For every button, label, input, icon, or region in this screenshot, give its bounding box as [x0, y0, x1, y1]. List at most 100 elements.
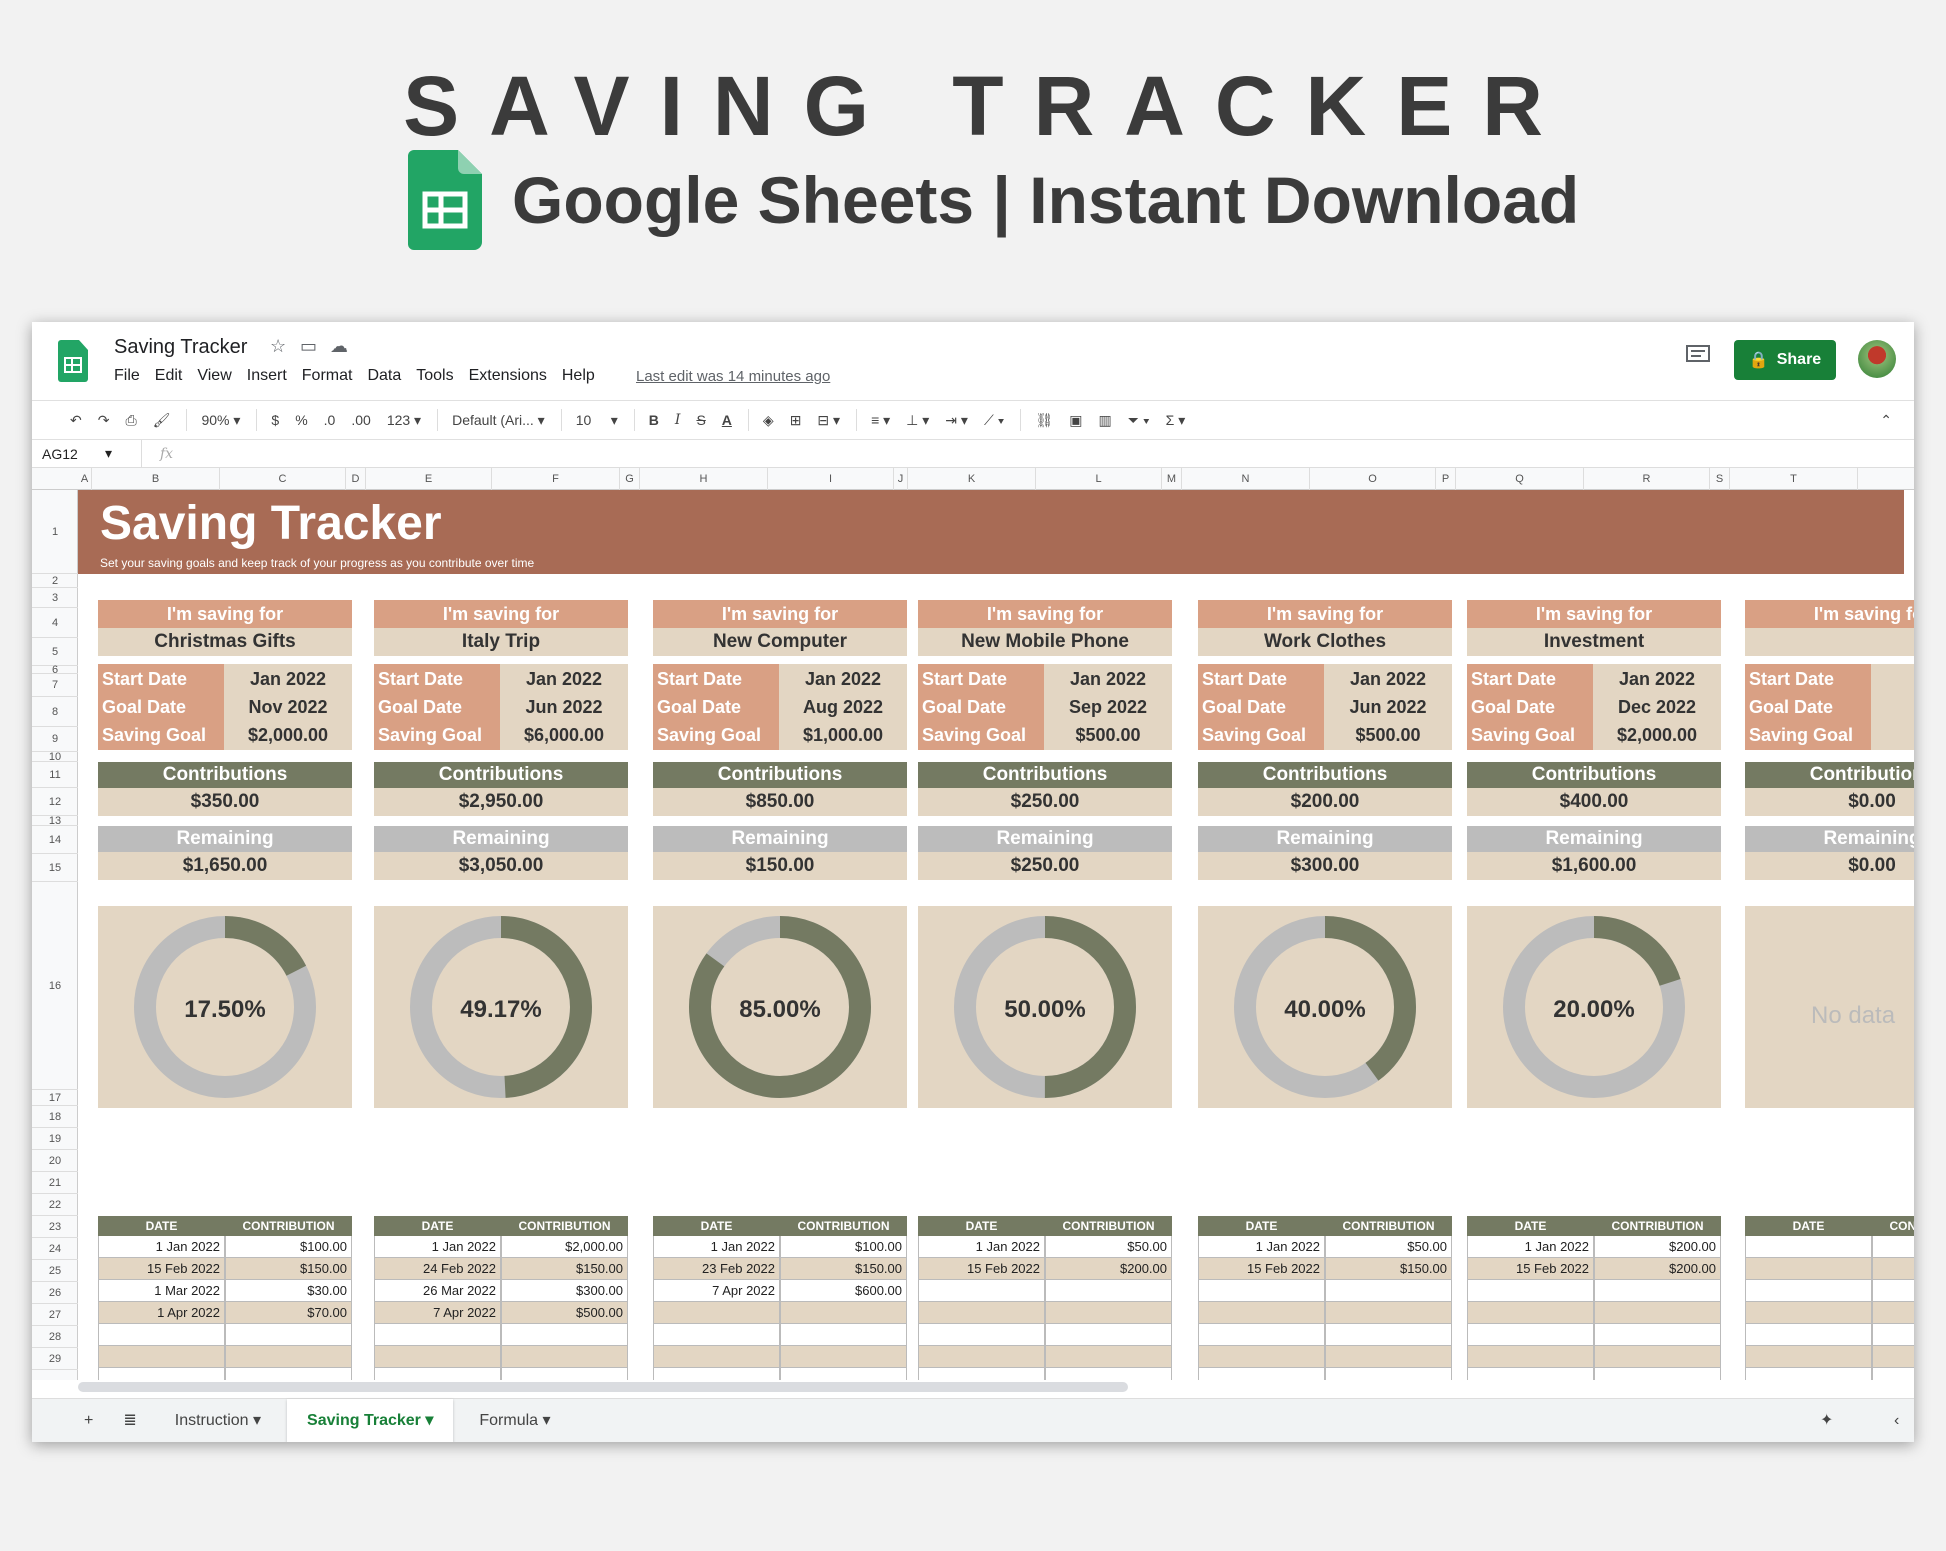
sheet-grid[interactable]: Saving Tracker Set your saving goals and…	[78, 490, 1914, 1380]
row-header-12[interactable]: 12	[32, 788, 78, 816]
start-date-value[interactable]: Jan 2022	[500, 665, 628, 693]
row-header-28[interactable]: 28	[32, 1326, 78, 1348]
date-cell[interactable]: 1 Jan 2022	[653, 1236, 780, 1257]
move-folder-icon[interactable]: ▭	[300, 336, 317, 357]
table-row[interactable]	[653, 1346, 907, 1368]
insert-comment-icon[interactable]: ▣	[1069, 412, 1082, 429]
start-date-value[interactable]: Jan 2022	[779, 665, 907, 693]
row-header-17[interactable]: 17	[32, 1090, 78, 1106]
contribution-cell[interactable]: $150.00	[501, 1258, 628, 1279]
date-cell[interactable]: 15 Feb 2022	[1467, 1258, 1594, 1279]
row-header-20[interactable]: 20	[32, 1150, 78, 1172]
table-row[interactable]	[918, 1280, 1172, 1302]
date-cell[interactable]: 7 Apr 2022	[653, 1280, 780, 1301]
horizontal-align-icon[interactable]: ≡ ▾	[871, 412, 890, 429]
table-row[interactable]: 7 Apr 2022 $500.00	[374, 1302, 628, 1324]
insert-link-icon[interactable]: ⛓	[1035, 412, 1053, 429]
table-row[interactable]	[653, 1324, 907, 1346]
sheet-tab-formula[interactable]: Formula ▾	[459, 1399, 570, 1443]
paint-format-icon[interactable]: 🖌	[153, 412, 171, 429]
contribution-cell[interactable]: $50.00	[1045, 1236, 1172, 1257]
avatar[interactable]	[1858, 340, 1896, 378]
column-header-a[interactable]: A	[78, 468, 92, 490]
contribution-cell[interactable]	[225, 1346, 352, 1367]
date-cell[interactable]	[918, 1368, 1045, 1380]
column-header-q[interactable]: Q	[1456, 468, 1584, 490]
table-row[interactable]	[98, 1368, 352, 1380]
saving-goal-value[interactable]: $500.00	[1044, 721, 1172, 749]
date-cell[interactable]	[653, 1302, 780, 1323]
table-row[interactable]	[1198, 1346, 1452, 1368]
table-row[interactable]: 1 Jan 2022 $100.00	[653, 1236, 907, 1258]
row-header-7[interactable]: 7	[32, 674, 78, 697]
contribution-cell[interactable]	[1872, 1258, 1914, 1279]
goal-date-value[interactable]: Dec 2022	[1593, 693, 1721, 721]
row-header-1[interactable]: 1	[32, 490, 78, 574]
filter-icon[interactable]: ⏷ ▾	[1128, 412, 1150, 429]
cloud-status-icon[interactable]: ☁	[330, 336, 348, 357]
row-header-8[interactable]: 8	[32, 697, 78, 727]
contribution-cell[interactable]	[1594, 1368, 1721, 1380]
contribution-cell[interactable]	[1325, 1280, 1452, 1301]
table-row[interactable]	[918, 1302, 1172, 1324]
table-row[interactable]	[98, 1346, 352, 1368]
contribution-cell[interactable]	[1325, 1346, 1452, 1367]
bold-button[interactable]: B	[649, 412, 659, 428]
date-cell[interactable]	[1745, 1346, 1872, 1367]
row-header-10[interactable]: 10	[32, 752, 78, 763]
table-row[interactable]	[1467, 1302, 1721, 1324]
table-row[interactable]	[1745, 1302, 1914, 1324]
column-header-b[interactable]: B	[92, 468, 220, 490]
functions-button[interactable]: Σ ▾	[1166, 412, 1186, 429]
date-cell[interactable]: 23 Feb 2022	[653, 1258, 780, 1279]
row-header-21[interactable]: 21	[32, 1172, 78, 1194]
contribution-cell[interactable]	[225, 1368, 352, 1380]
row-header-14[interactable]: 14	[32, 826, 78, 854]
table-row[interactable]: 26 Mar 2022 $300.00	[374, 1280, 628, 1302]
contribution-cell[interactable]	[1594, 1302, 1721, 1323]
contribution-cell[interactable]: $600.00	[780, 1280, 907, 1301]
row-header-19[interactable]: 19	[32, 1128, 78, 1150]
increase-decimal-button[interactable]: .00	[351, 412, 370, 428]
table-row[interactable]	[98, 1324, 352, 1346]
date-cell[interactable]	[1745, 1368, 1872, 1380]
start-date-value[interactable]: Jan 2022	[1324, 665, 1452, 693]
date-cell[interactable]	[1198, 1324, 1325, 1345]
contribution-cell[interactable]	[1872, 1324, 1914, 1345]
column-header-h[interactable]: H	[640, 468, 768, 490]
contribution-cell[interactable]: $100.00	[225, 1236, 352, 1257]
date-cell[interactable]	[653, 1346, 780, 1367]
date-cell[interactable]	[1467, 1280, 1594, 1301]
column-header-i[interactable]: I	[768, 468, 894, 490]
goal-name[interactable]	[1745, 628, 1914, 656]
saving-goal-value[interactable]: $2,000.00	[224, 721, 352, 749]
date-cell[interactable]: 1 Jan 2022	[1467, 1236, 1594, 1257]
undo-icon[interactable]: ↶	[70, 412, 82, 429]
contribution-cell[interactable]: $50.00	[1325, 1236, 1452, 1257]
column-header-l[interactable]: L	[1036, 468, 1162, 490]
sheet-tab-saving-tracker[interactable]: Saving Tracker ▾	[287, 1398, 454, 1442]
row-header-25[interactable]: 25	[32, 1260, 78, 1282]
date-cell[interactable]	[918, 1324, 1045, 1345]
date-cell[interactable]: 26 Mar 2022	[374, 1280, 501, 1301]
insert-chart-icon[interactable]: ▥	[1099, 412, 1112, 429]
table-row[interactable]: 1 Jan 2022 $50.00	[1198, 1236, 1452, 1258]
date-cell[interactable]	[1198, 1368, 1325, 1380]
fill-color-icon[interactable]: ◈	[763, 412, 774, 429]
goal-name[interactable]: Work Clothes	[1198, 628, 1452, 656]
all-sheets-icon[interactable]: ≣	[111, 1399, 148, 1443]
date-cell[interactable]: 1 Mar 2022	[98, 1280, 225, 1301]
date-cell[interactable]	[98, 1368, 225, 1380]
contribution-cell[interactable]: $150.00	[225, 1258, 352, 1279]
date-cell[interactable]	[374, 1368, 501, 1380]
menu-extensions[interactable]: Extensions	[469, 367, 547, 385]
contribution-cell[interactable]	[1045, 1346, 1172, 1367]
column-header-o[interactable]: O	[1310, 468, 1436, 490]
saving-goal-value[interactable]: $1,000.00	[779, 721, 907, 749]
contribution-cell[interactable]	[501, 1324, 628, 1345]
table-row[interactable]	[918, 1346, 1172, 1368]
contribution-cell[interactable]	[1594, 1280, 1721, 1301]
contribution-cell[interactable]	[501, 1368, 628, 1380]
contribution-cell[interactable]: $150.00	[1325, 1258, 1452, 1279]
date-cell[interactable]	[918, 1302, 1045, 1323]
